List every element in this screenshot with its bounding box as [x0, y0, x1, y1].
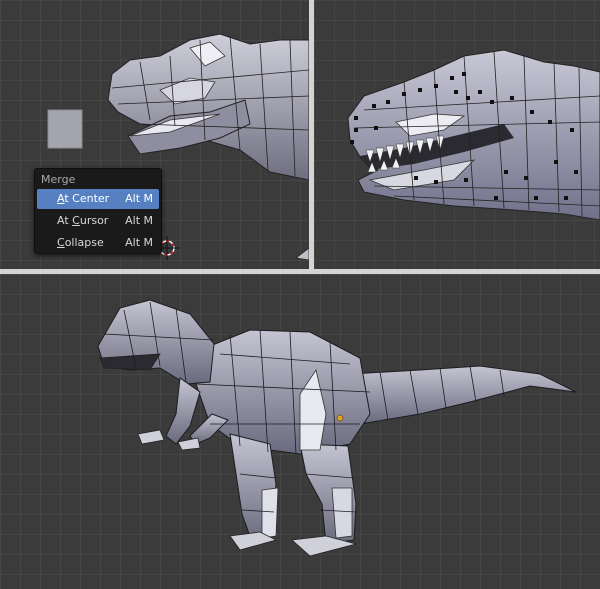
viewport-top-right[interactable] [314, 0, 600, 269]
menu-item-label-post: ursor [79, 214, 109, 227]
menu-item-shortcut: Alt M [125, 236, 153, 249]
merge-menu-title: Merge [41, 173, 76, 186]
dino-full-body-svg [97, 299, 577, 557]
dino-jaw-closeup-svg [347, 49, 600, 221]
menu-item-hotkey-letter: C [57, 236, 65, 249]
screenshot-collage: Merge At Center Alt M At Cursor Alt M Co… [0, 0, 600, 589]
menu-item-label-post: t Center [64, 192, 110, 205]
viewport-top-left[interactable]: Merge At Center Alt M At Cursor Alt M Co… [0, 0, 309, 269]
viewport-bottom[interactable] [0, 274, 600, 589]
cube-object[interactable] [47, 109, 83, 149]
object-origin-icon [336, 414, 344, 422]
merge-menu: Merge At Center Alt M At Cursor Alt M Co… [34, 168, 162, 254]
menu-item-shortcut: Alt M [125, 214, 153, 227]
menu-item-label-post: ollapse [64, 236, 104, 249]
menu-item-collapse[interactable]: Collapse Alt M [37, 233, 159, 253]
menu-item-hotkey-letter: C [72, 214, 80, 227]
menu-item-shortcut: Alt M [125, 192, 153, 205]
menu-item-at-cursor[interactable]: At Cursor Alt M [37, 211, 159, 231]
menu-item-label-pre: At [57, 214, 73, 227]
menu-item-at-center[interactable]: At Center Alt M [37, 189, 159, 209]
